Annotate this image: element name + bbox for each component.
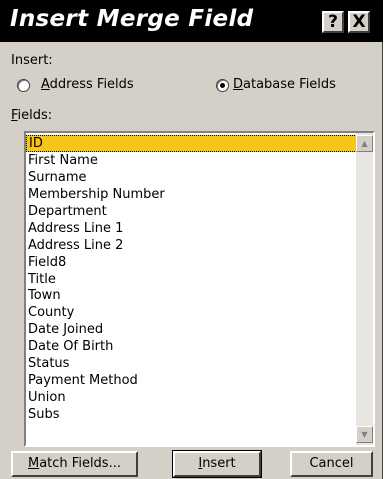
insert-label: Insert: <box>11 53 53 68</box>
list-item[interactable]: Address Line 1 <box>26 220 357 237</box>
insert-button[interactable]: Insert <box>172 450 262 478</box>
database-fields-radio[interactable] <box>216 79 229 92</box>
match-fields-label-rest: atch Fields... <box>39 456 121 471</box>
list-item[interactable]: Status <box>26 355 357 372</box>
list-item[interactable]: Address Line 2 <box>26 237 357 254</box>
database-fields-accel: D <box>233 77 244 92</box>
fields-listbox[interactable]: ID First Name Surname Membership Number … <box>24 131 375 447</box>
fields-list: ID First Name Surname Membership Number … <box>26 135 357 423</box>
list-item[interactable]: Subs <box>26 406 357 423</box>
database-fields-label-rest: atabase Fields <box>243 77 336 92</box>
radio-selected-dot-icon <box>220 83 225 88</box>
list-item[interactable]: Payment Method <box>26 372 357 389</box>
address-fields-accel: A <box>41 77 50 92</box>
list-item[interactable]: First Name <box>26 152 357 169</box>
cancel-button[interactable]: Cancel <box>290 451 373 477</box>
address-fields-label[interactable]: Address Fields <box>41 77 134 92</box>
down-arrow-icon[interactable]: ▼ <box>356 426 373 443</box>
page-edge <box>383 0 387 479</box>
database-fields-label[interactable]: Database Fields <box>233 77 336 92</box>
up-arrow-icon[interactable]: ▲ <box>356 135 373 152</box>
fields-label-rest: ields: <box>17 108 53 123</box>
list-item[interactable]: Date Joined <box>26 321 357 338</box>
list-item[interactable]: Date Of Birth <box>26 338 357 355</box>
window-title: Insert Merge Field <box>10 6 254 32</box>
list-item[interactable]: Membership Number <box>26 186 357 203</box>
list-item[interactable]: Field8 <box>26 254 357 271</box>
help-button[interactable]: ? <box>322 11 344 33</box>
title-bar[interactable]: Insert Merge Field ? X <box>0 0 383 42</box>
list-item[interactable]: Surname <box>26 169 357 186</box>
insert-merge-field-dialog: Insert Merge Field ? X Insert: Address F… <box>0 0 383 479</box>
list-item[interactable]: County <box>26 304 357 321</box>
list-item[interactable]: Union <box>26 389 357 406</box>
fields-label: Fields: <box>11 108 52 123</box>
match-fields-accel: M <box>28 456 40 471</box>
close-button[interactable]: X <box>348 11 370 33</box>
list-item[interactable]: Town <box>26 287 357 304</box>
list-item[interactable]: Title <box>26 271 357 288</box>
address-fields-label-rest: ddress Fields <box>49 77 134 92</box>
address-fields-radio[interactable] <box>17 79 30 92</box>
list-item[interactable]: Department <box>26 203 357 220</box>
match-fields-button[interactable]: Match Fields... <box>11 451 138 477</box>
fields-scrollbar[interactable]: ▲ ▼ <box>356 133 373 445</box>
insert-label-rest: nsert <box>202 456 236 471</box>
list-item[interactable]: ID <box>26 135 357 152</box>
